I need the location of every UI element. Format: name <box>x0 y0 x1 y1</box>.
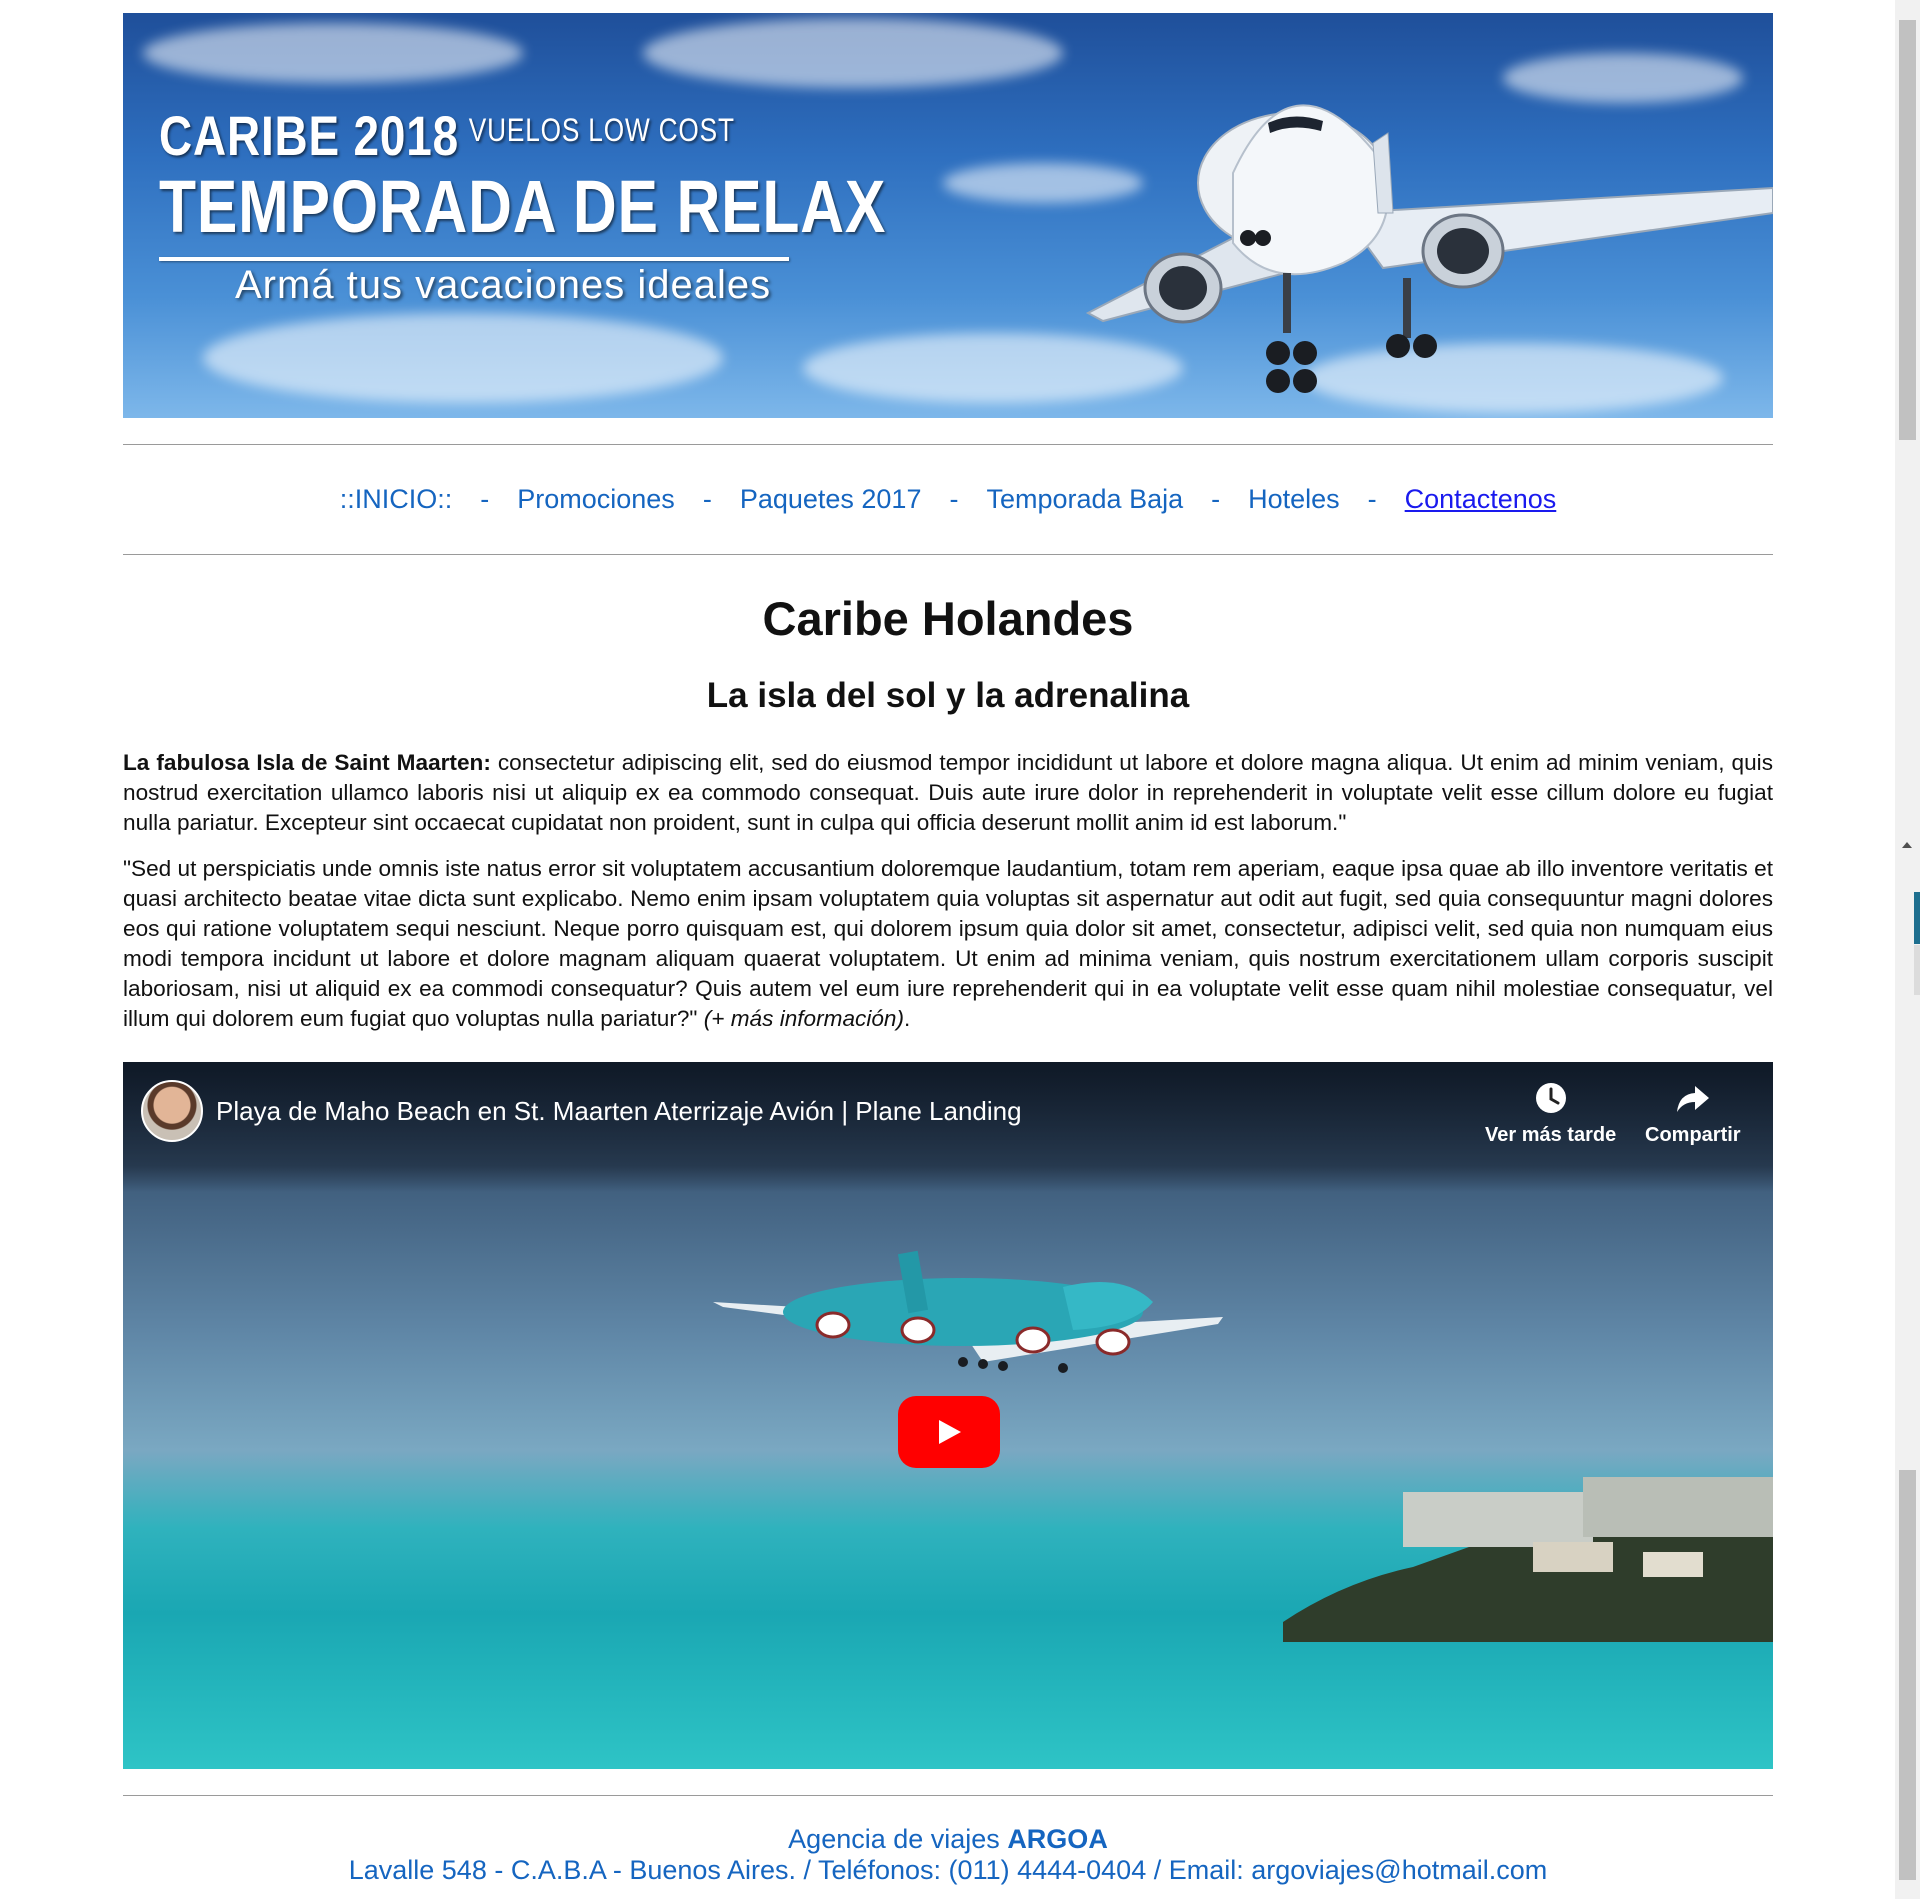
banner-rule <box>159 257 789 261</box>
side-tab-marker <box>1914 892 1920 944</box>
footer-agency: Agencia de viajes ARGOA <box>123 1824 1773 1855</box>
nav-separator: - <box>1367 484 1377 514</box>
page-title: Caribe Holandes <box>762 592 1134 645</box>
main-nav: ::INICIO:: - Promociones - Paquetes 2017… <box>123 445 1773 554</box>
intro-lead: La fabulosa Isla de Saint Maarten: <box>123 750 491 775</box>
youtube-video-player[interactable]: Playa de Maho Beach en St. Maarten Aterr… <box>123 1062 1773 1769</box>
video-title[interactable]: Playa de Maho Beach en St. Maarten Aterr… <box>216 1096 1022 1127</box>
nav-item-hoteles[interactable]: Hoteles <box>1248 484 1340 515</box>
footer-brand: ARGOA <box>1007 1824 1108 1854</box>
page-subtitle: La isla del sol y la adrenalina <box>706 676 1190 715</box>
video-island-image <box>1283 1477 1773 1642</box>
side-tab-marker <box>1914 945 1920 995</box>
nav-item-inicio[interactable]: ::INICIO:: <box>340 484 453 515</box>
divider <box>123 554 1773 555</box>
play-icon <box>939 1420 961 1444</box>
share-button[interactable]: Compartir <box>1645 1080 1741 1147</box>
header-banner: CARIBE 2018 VUELOS LOW COST TEMPORADA DE … <box>123 13 1773 418</box>
nav-separator: - <box>949 484 959 514</box>
watch-later-label: Ver más tarde <box>1485 1124 1617 1146</box>
nav-item-promociones[interactable]: Promociones <box>517 484 675 515</box>
banner-headline: CARIBE 2018 VUELOS LOW COST TEMPORADA DE … <box>159 103 1046 308</box>
play-button[interactable] <box>898 1396 1000 1468</box>
share-icon <box>1676 1086 1709 1112</box>
banner-line2: TEMPORADA DE RELAX <box>159 165 887 248</box>
more-info-link[interactable]: (+ más información) <box>704 1006 904 1031</box>
banner-line1: CARIBE 2018 <box>159 104 459 167</box>
nav-item-contactenos[interactable]: Contactenos <box>1405 484 1557 515</box>
nav-separator: - <box>480 484 490 514</box>
nav-item-temporada-baja[interactable]: Temporada Baja <box>986 484 1183 515</box>
video-airplane-image <box>713 1250 1223 1373</box>
airplane-image <box>1085 104 1773 393</box>
banner-line3: Armá tus vacaciones ideales <box>235 263 772 307</box>
scrollbar-thumb[interactable] <box>1899 20 1916 440</box>
share-label: Compartir <box>1645 1124 1741 1146</box>
scroll-up-arrow-icon[interactable] <box>1902 842 1912 848</box>
scrollbar-thumb-secondary[interactable] <box>1899 1470 1916 1880</box>
footer-agency-prefix: Agencia de viajes <box>788 1824 1008 1854</box>
banner-line1-sub: VUELOS LOW COST <box>468 112 735 148</box>
channel-avatar[interactable] <box>141 1080 203 1142</box>
nav-separator: - <box>702 484 712 514</box>
page-container: CARIBE 2018 VUELOS LOW COST TEMPORADA DE … <box>123 13 1773 1886</box>
intro-paragraph: La fabulosa Isla de Saint Maarten: conse… <box>123 748 1773 838</box>
footer-contact: Lavalle 548 - C.A.B.A - Buenos Aires. / … <box>348 1855 1548 1885</box>
nav-item-paquetes-2017[interactable]: Paquetes 2017 <box>740 484 922 515</box>
footer: Agencia de viajes ARGOA Lavalle 548 - C.… <box>123 1796 1773 1886</box>
nav-separator: - <box>1211 484 1221 514</box>
quote-paragraph: "Sed ut perspiciatis unde omnis iste nat… <box>123 854 1773 1034</box>
quote-text: "Sed ut perspiciatis unde omnis iste nat… <box>123 856 1773 1031</box>
watch-later-button[interactable]: Ver más tarde <box>1485 1080 1616 1147</box>
clock-icon <box>1535 1083 1566 1113</box>
quote-end: . <box>904 1006 911 1031</box>
